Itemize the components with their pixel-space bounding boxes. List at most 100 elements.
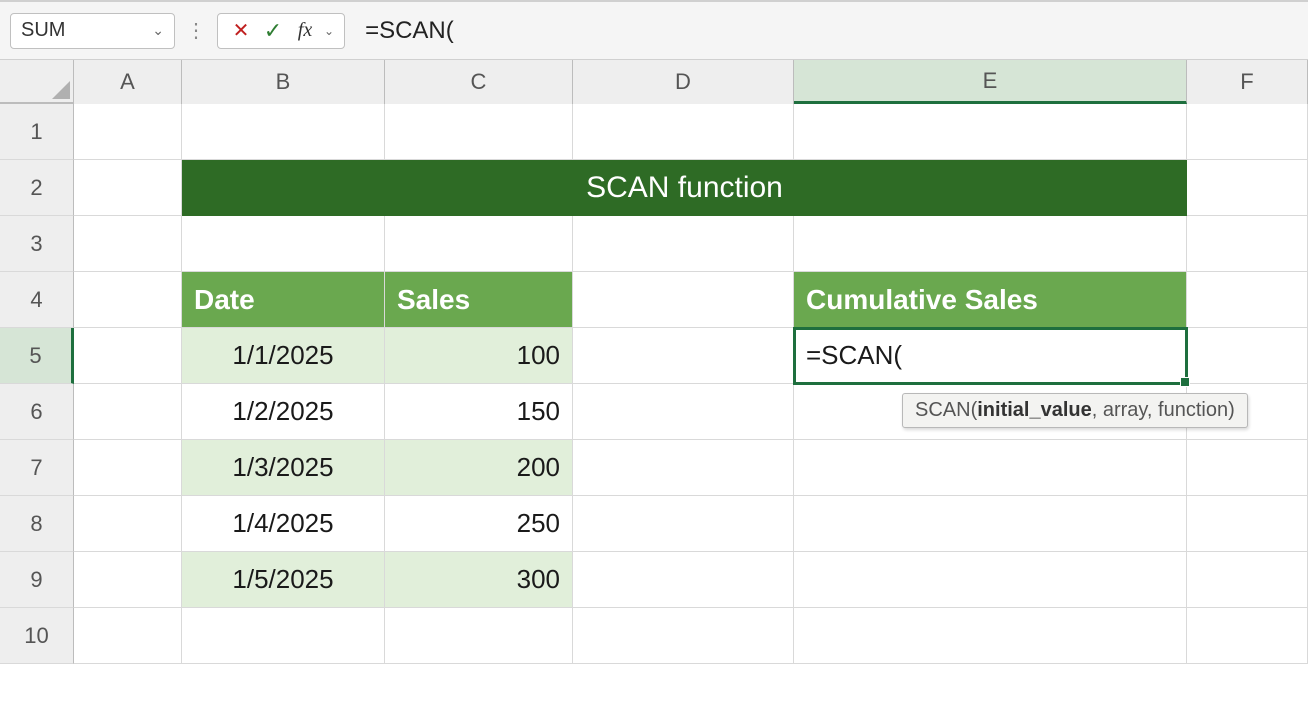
cell-A6[interactable] [74,384,182,440]
cell-E1[interactable] [794,104,1187,160]
chevron-down-icon[interactable]: ⌄ [152,22,164,39]
row-header-10[interactable]: 10 [0,608,74,664]
cell-C10[interactable] [385,608,573,664]
cell-D4[interactable] [573,272,794,328]
tooltip-arg1: initial_value [977,399,1092,421]
accept-icon[interactable]: ✓ [260,18,286,44]
select-all-corner[interactable] [0,60,74,103]
cell-F5[interactable] [1187,328,1308,384]
formula-bar-text: =SCAN( [365,17,454,45]
col-header-D[interactable]: D [573,60,794,104]
cell-E3[interactable] [794,216,1187,272]
cell-A7[interactable] [74,440,182,496]
cancel-icon[interactable]: ✕ [228,18,254,44]
cell-F7[interactable] [1187,440,1308,496]
cell-B8[interactable]: 1/4/2025 [182,496,385,552]
function-tooltip: SCAN(initial_value, array, function) [902,393,1248,428]
cell-F8[interactable] [1187,496,1308,552]
row-10 [74,608,1308,664]
tooltip-fn: SCAN( [915,399,977,421]
cell-E5-text: =SCAN( [806,340,902,371]
cell-F4[interactable] [1187,272,1308,328]
cell-B10[interactable] [182,608,385,664]
rows-container: 1 2 3 4 5 6 7 8 9 10 [0,104,1308,664]
formula-toolbar: SUM ⌄ ⋮ ✕ ✓ fx ⌄ =SCAN( [0,0,1308,60]
cell-F10[interactable] [1187,608,1308,664]
cell-A9[interactable] [74,552,182,608]
grid: SCAN function Date Sales Cumulative Sale… [74,104,1308,664]
cell-B5[interactable]: 1/1/2025 [182,328,385,384]
toolbar-divider: ⋮ [183,18,209,43]
title-banner[interactable]: SCAN function [182,160,1187,216]
row-header-3[interactable]: 3 [0,216,74,272]
cell-A2[interactable] [74,160,182,216]
row-4: Date Sales Cumulative Sales [74,272,1308,328]
cell-B7[interactable]: 1/3/2025 [182,440,385,496]
row-header-7[interactable]: 7 [0,440,74,496]
name-box[interactable]: SUM ⌄ [10,13,175,49]
cell-E8[interactable] [794,496,1187,552]
cell-D7[interactable] [573,440,794,496]
cell-C6[interactable]: 150 [385,384,573,440]
cell-B1[interactable] [182,104,385,160]
cell-D8[interactable] [573,496,794,552]
row-header-5[interactable]: 5 [0,328,74,384]
row-header-9[interactable]: 9 [0,552,74,608]
cell-D1[interactable] [573,104,794,160]
cell-F1[interactable] [1187,104,1308,160]
cell-B3[interactable] [182,216,385,272]
col-header-C[interactable]: C [385,60,573,104]
cell-D5[interactable] [573,328,794,384]
cell-E7[interactable] [794,440,1187,496]
cell-C1[interactable] [385,104,573,160]
tooltip-rest: , array, function) [1092,399,1235,421]
row-header-1[interactable]: 1 [0,104,74,160]
cell-A5[interactable] [74,328,182,384]
cell-E10[interactable] [794,608,1187,664]
cell-C5[interactable]: 100 [385,328,573,384]
cell-B4-date-header[interactable]: Date [182,272,385,328]
spreadsheet: A B C D E F 1 2 3 4 5 6 7 8 9 10 [0,60,1308,664]
fx-icon[interactable]: fx [292,18,318,44]
formula-bar[interactable]: =SCAN( [353,13,1298,49]
row-1 [74,104,1308,160]
cell-F2[interactable] [1187,160,1308,216]
row-header-2[interactable]: 2 [0,160,74,216]
row-7: 1/3/2025 200 [74,440,1308,496]
cell-E4-cumulative-header[interactable]: Cumulative Sales [794,272,1187,328]
cell-C8[interactable]: 250 [385,496,573,552]
row-header-8[interactable]: 8 [0,496,74,552]
col-header-E[interactable]: E [794,60,1187,104]
col-header-A[interactable]: A [74,60,182,104]
row-8: 1/4/2025 250 [74,496,1308,552]
cell-D9[interactable] [573,552,794,608]
cell-B9[interactable]: 1/5/2025 [182,552,385,608]
title-banner-text: SCAN function [586,171,783,205]
col-header-F[interactable]: F [1187,60,1308,104]
cell-C7[interactable]: 200 [385,440,573,496]
cell-A1[interactable] [74,104,182,160]
cell-D3[interactable] [573,216,794,272]
cell-D6[interactable] [573,384,794,440]
col-header-B[interactable]: B [182,60,385,104]
cell-D10[interactable] [573,608,794,664]
row-3 [74,216,1308,272]
chevron-down-icon[interactable]: ⌄ [324,24,334,38]
cell-C4-sales-header[interactable]: Sales [385,272,573,328]
row-5: 1/1/2025 100 =SCAN( [74,328,1308,384]
row-header-6[interactable]: 6 [0,384,74,440]
cell-A10[interactable] [74,608,182,664]
cell-A3[interactable] [74,216,182,272]
cell-F9[interactable] [1187,552,1308,608]
cell-E9[interactable] [794,552,1187,608]
row-headers: 1 2 3 4 5 6 7 8 9 10 [0,104,74,664]
cell-F3[interactable] [1187,216,1308,272]
cell-A4[interactable] [74,272,182,328]
cell-B6[interactable]: 1/2/2025 [182,384,385,440]
row-header-4[interactable]: 4 [0,272,74,328]
name-box-value: SUM [21,19,152,42]
cell-C3[interactable] [385,216,573,272]
cell-C9[interactable]: 300 [385,552,573,608]
cell-A8[interactable] [74,496,182,552]
cell-E5-active[interactable]: =SCAN( [794,328,1187,384]
